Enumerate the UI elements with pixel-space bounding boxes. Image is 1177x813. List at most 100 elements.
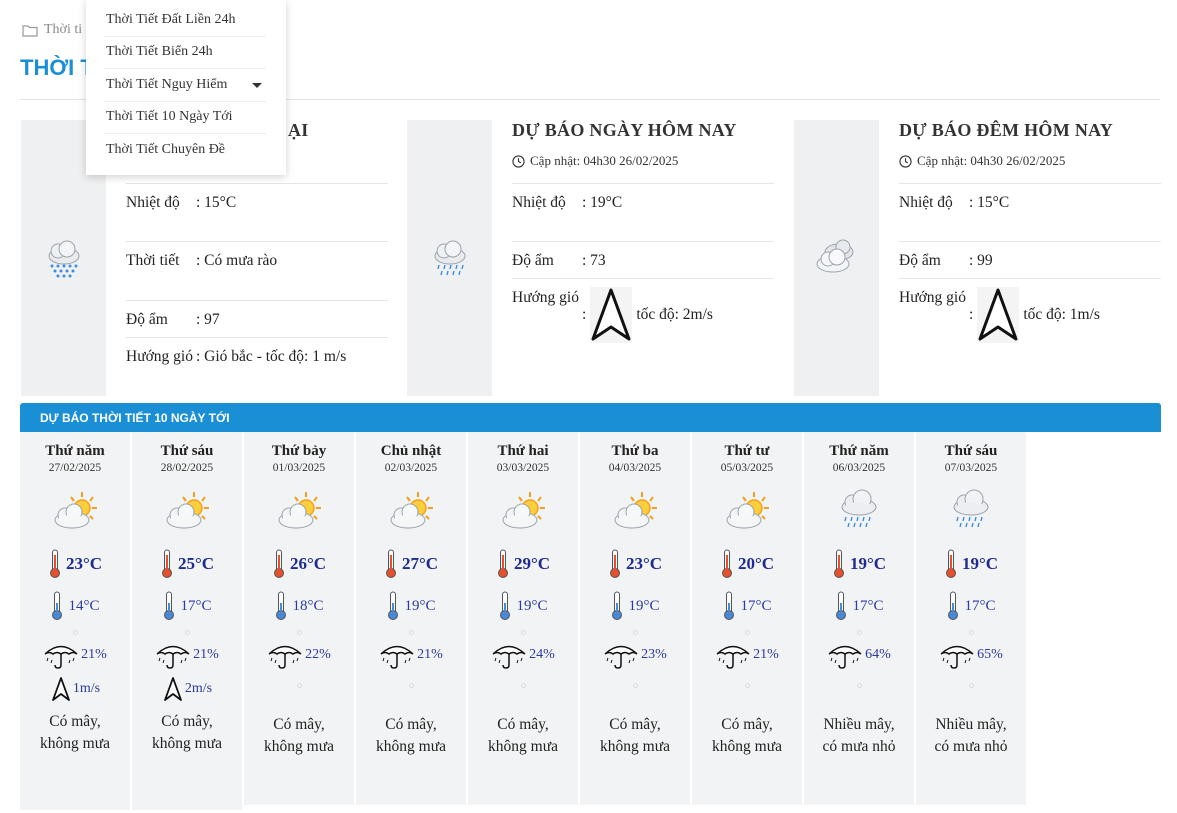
menu-item-land-24h[interactable]: Thời Tiết Đất Liền 24h bbox=[104, 4, 266, 37]
min-temp-value: 17°C bbox=[964, 597, 996, 614]
thermometer-high-icon bbox=[609, 549, 620, 578]
divider-dot bbox=[968, 630, 974, 635]
min-temp-value: 19°C bbox=[404, 597, 436, 614]
max-temp: 27°C bbox=[356, 549, 466, 579]
panel-icon-area bbox=[794, 120, 879, 396]
panel-body: DỰ BÁO ĐÊM HÔM NAY Cập nhật: 04h30 26/02… bbox=[899, 120, 1161, 349]
forecast-day-column: Thứ tư 05/03/2025 20°C 17°C 21% Có mây, không … bbox=[692, 432, 803, 805]
row-wind: Hướng gió : tốc độ: 2m/s bbox=[512, 279, 774, 349]
row-temperature: Nhiệt độ : 15°C bbox=[126, 184, 388, 242]
thermometer-low-icon bbox=[836, 591, 847, 620]
min-temp-value: 14°C bbox=[68, 597, 100, 614]
wind-speed-value: 1m/s bbox=[72, 681, 101, 696]
panel-title: DỰ BÁO ĐÊM HÔM NAY bbox=[899, 120, 1114, 140]
menu-item-label: Thời Tiết Đất Liền 24h bbox=[106, 11, 236, 27]
forecast-day-column: Thứ ba 04/03/2025 23°C 19°C 23% Có mây, không … bbox=[580, 432, 691, 805]
rain-cloud-icon bbox=[953, 489, 989, 528]
row-label: Hướng gió bbox=[899, 289, 966, 306]
day-date: 01/03/2025 bbox=[272, 462, 326, 474]
row-weather: Thời tiết : Có mưa rào bbox=[126, 242, 388, 301]
wind-speed: 2m/s bbox=[132, 675, 242, 703]
min-temp: 14°C bbox=[20, 591, 130, 621]
rain-cloud-icon bbox=[841, 489, 877, 528]
panel-title: DỰ BÁO NGÀY HÔM NAY bbox=[512, 120, 737, 140]
rain-chance: 24% bbox=[468, 639, 578, 671]
umbrella-icon bbox=[716, 645, 750, 669]
breadcrumb[interactable]: Thời ti bbox=[22, 22, 82, 38]
caret-down-icon[interactable] bbox=[252, 83, 262, 88]
description-line: không mưa bbox=[600, 738, 670, 755]
forecast-day-column: Thứ sáu 07/03/2025 19°C 17°C 65% Nhiều mây, có… bbox=[916, 432, 1027, 805]
weather-description: Có mây, không mưa bbox=[580, 714, 690, 758]
row-label: Nhiệt độ bbox=[512, 194, 566, 211]
row-value: : 97 bbox=[196, 311, 220, 328]
menu-item-special-topics[interactable]: Thời Tiết Chuyên Đề bbox=[104, 134, 266, 167]
clock-icon bbox=[512, 154, 525, 168]
thermometer-low-icon bbox=[52, 591, 63, 620]
umbrella-icon bbox=[44, 645, 78, 669]
min-temp: 19°C bbox=[580, 591, 690, 621]
description-line: không mưa bbox=[264, 738, 334, 755]
wind-direction-arrow-icon bbox=[977, 287, 1020, 343]
description-line: không mưa bbox=[712, 738, 782, 755]
min-temp: 18°C bbox=[244, 591, 354, 621]
description-line: Có mây, bbox=[385, 716, 437, 733]
forecast-days: Thứ năm 27/02/2025 23°C 14°C 21% 1m/s Có mây, k… bbox=[20, 432, 1161, 813]
menu-item-sea-24h[interactable]: Thời Tiết Biển 24h bbox=[104, 37, 266, 69]
cloudy-icon bbox=[816, 239, 853, 273]
min-temp-value: 17°C bbox=[740, 597, 772, 614]
divider-dot bbox=[408, 630, 414, 635]
max-temp-value: 19°C bbox=[849, 554, 887, 573]
rain-chance-value: 21% bbox=[81, 647, 107, 662]
min-temp: 19°C bbox=[356, 591, 466, 621]
wind-direction-arrow-icon bbox=[590, 287, 633, 343]
max-temp: 19°C bbox=[916, 549, 1026, 579]
day-date: 04/03/2025 bbox=[608, 462, 662, 474]
thermometer-low-icon bbox=[724, 591, 735, 620]
wind-prefix: : bbox=[582, 306, 587, 323]
breadcrumb-label[interactable]: Thời ti bbox=[44, 22, 82, 38]
thermometer-low-icon bbox=[500, 591, 511, 620]
max-temp: 23°C bbox=[580, 549, 690, 579]
max-temp-value: 25°C bbox=[177, 554, 215, 573]
day-date: 28/02/2025 bbox=[160, 462, 214, 474]
wind-speed-value: 2m/s bbox=[184, 681, 213, 696]
page-title: THỜI T bbox=[20, 55, 94, 80]
divider-dot bbox=[744, 630, 750, 635]
menu-item-dangerous[interactable]: Thời Tiết Nguy Hiểm bbox=[104, 69, 266, 102]
menu-item-10-days[interactable]: Thời Tiết 10 Ngày Tới bbox=[104, 102, 266, 134]
day-name: Thứ năm bbox=[45, 443, 105, 459]
day-date: 27/02/2025 bbox=[48, 462, 102, 474]
description-line: không mưa bbox=[40, 735, 110, 752]
panel-rows: Nhiệt độ : 19°C Độ ẩm : 73 Hướng gió : t… bbox=[512, 183, 774, 349]
min-temp-value: 19°C bbox=[628, 597, 660, 614]
max-temp-value: 20°C bbox=[737, 554, 775, 573]
rain-chance: 21% bbox=[356, 639, 466, 671]
rain-chance: 21% bbox=[132, 639, 242, 671]
rain-chance-value: 22% bbox=[305, 647, 331, 662]
panel-icon-area bbox=[407, 120, 492, 396]
max-temp: 20°C bbox=[692, 549, 802, 579]
row-value: : 15°C bbox=[969, 194, 1010, 211]
max-temp-value: 29°C bbox=[513, 554, 551, 573]
partly-cloudy-sun-icon bbox=[54, 492, 97, 529]
description-line: không mưa bbox=[152, 735, 222, 752]
weather-description: Nhiều mây, có mưa nhỏ bbox=[804, 714, 914, 758]
description-line: Có mây, bbox=[497, 716, 549, 733]
divider-dot bbox=[632, 630, 638, 635]
row-label: Độ ẩm bbox=[899, 252, 941, 269]
thermometer-high-icon bbox=[833, 549, 844, 578]
day-name: Thứ tư bbox=[724, 443, 770, 459]
row-value: : 99 bbox=[969, 252, 993, 269]
min-temp-value: 19°C bbox=[516, 597, 548, 614]
day-name: Chủ nhật bbox=[380, 443, 442, 459]
day-name: Thứ ba bbox=[611, 443, 659, 459]
thermometer-low-icon bbox=[388, 591, 399, 620]
rain-chance-value: 65% bbox=[977, 647, 1003, 662]
menu-item-label: Thời Tiết Chuyên Đề bbox=[106, 142, 226, 158]
divider-dot bbox=[856, 630, 862, 635]
umbrella-icon bbox=[940, 645, 974, 669]
rain-chance: 21% bbox=[20, 639, 130, 671]
row-value: : 19°C bbox=[582, 194, 623, 211]
row-label: Hướng gió bbox=[126, 348, 193, 365]
